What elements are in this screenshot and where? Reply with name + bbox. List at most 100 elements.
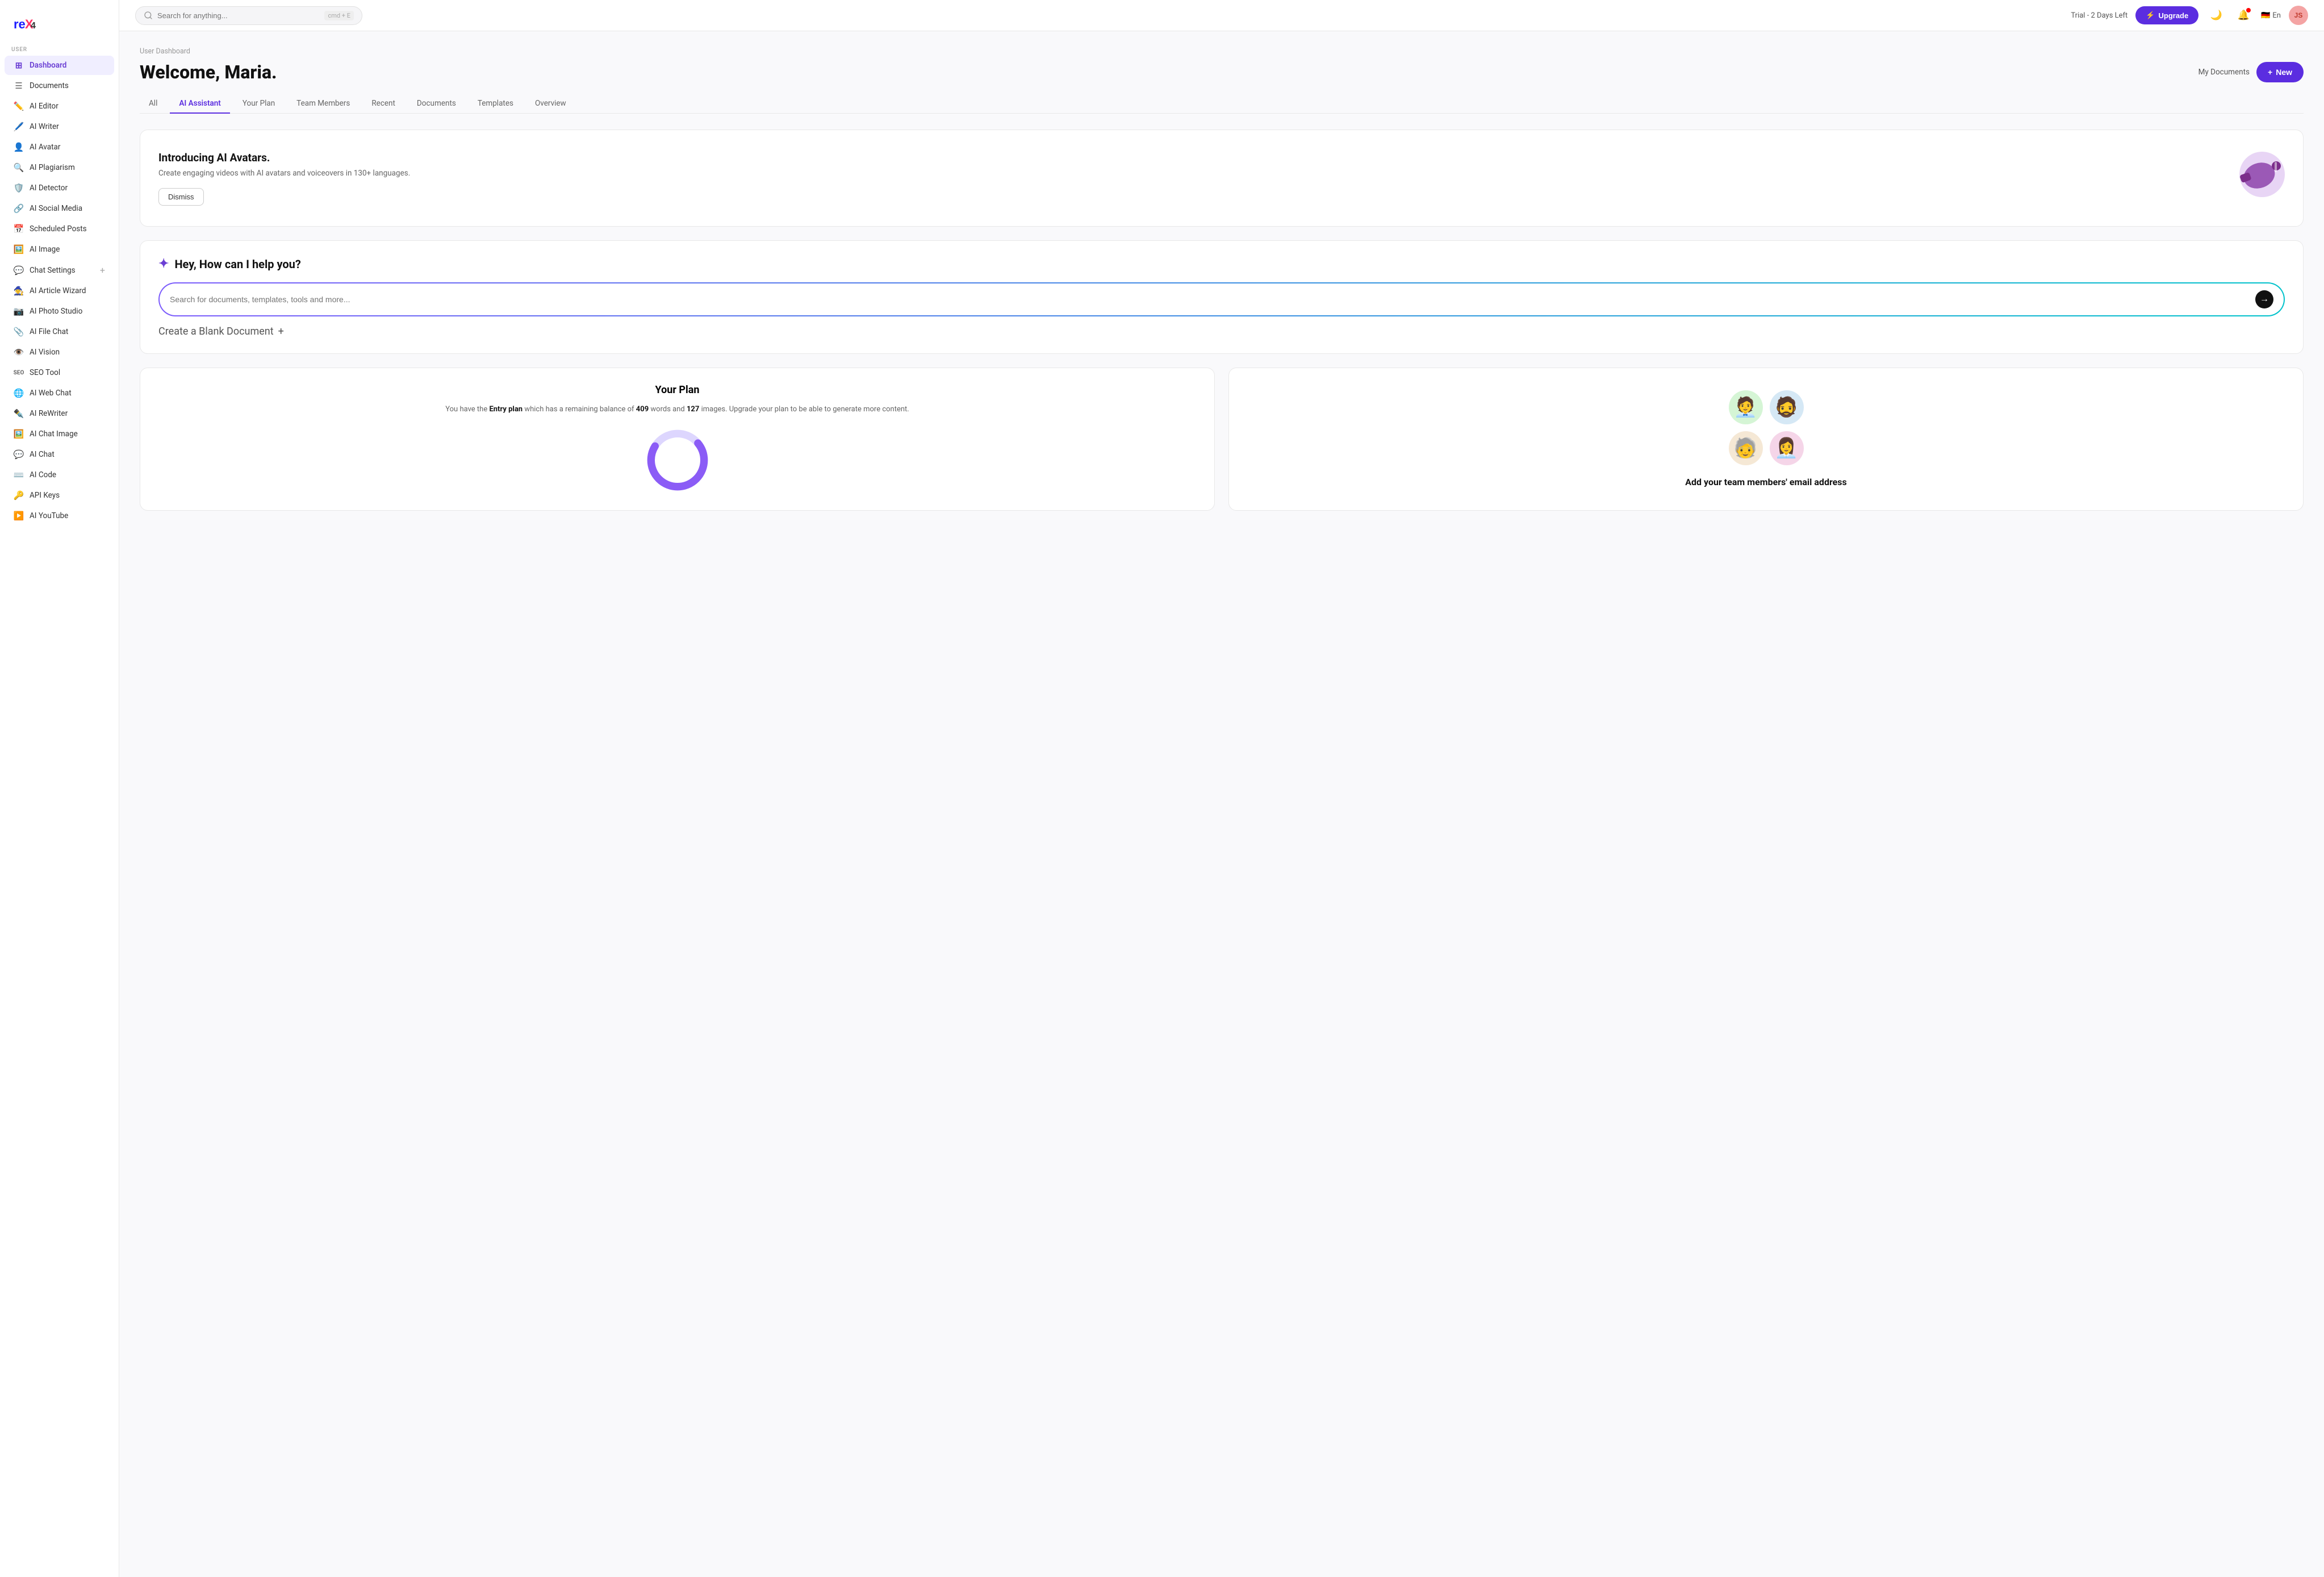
sidebar-item-label: AI Web Chat <box>30 389 72 398</box>
search-bar[interactable]: cmd + E <box>135 6 362 25</box>
sidebar-section-label: USER <box>0 42 119 55</box>
sidebar-item-ai-code[interactable]: ⌨️ AI Code <box>5 465 114 485</box>
sidebar-item-ai-vision[interactable]: 👁️ AI Vision <box>5 343 114 362</box>
ai-avatars-banner: Introducing AI Avatars. Create engaging … <box>140 130 2304 227</box>
sidebar-item-label: Dashboard <box>30 61 66 70</box>
plus-badge: + <box>100 265 105 276</box>
megaphone-illustration <box>2228 146 2285 203</box>
dashboard-icon: ⊞ <box>14 60 24 70</box>
help-search-bar[interactable]: → <box>158 282 2285 316</box>
sidebar-item-ai-image[interactable]: 🖼️ AI Image <box>5 240 114 259</box>
language-selector[interactable]: 🇩🇪 En <box>2261 11 2281 20</box>
ai-social-media-icon: 🔗 <box>14 203 24 214</box>
sidebar-item-label: AI Detector <box>30 183 68 193</box>
sidebar-item-label: AI Chat Image <box>30 429 78 439</box>
upgrade-button[interactable]: ⚡ Upgrade <box>2135 6 2198 24</box>
sidebar-item-ai-photo-studio[interactable]: 📷 AI Photo Studio <box>5 302 114 321</box>
ai-article-wizard-icon: 🧙 <box>14 286 24 296</box>
plan-card-title: Your Plan <box>158 384 1196 396</box>
notification-dot <box>2246 8 2251 12</box>
sidebar-item-documents[interactable]: ☰ Documents <box>5 76 114 95</box>
tab-team-members[interactable]: Team Members <box>287 94 359 114</box>
images-count: 127 <box>687 405 699 414</box>
notifications-button[interactable]: 🔔 <box>2234 6 2253 25</box>
sidebar-item-seo-tool[interactable]: SEO SEO Tool <box>5 363 114 382</box>
sidebar-item-ai-file-chat[interactable]: 📎 AI File Chat <box>5 322 114 341</box>
sidebar-item-ai-avatar[interactable]: 👤 AI Avatar <box>5 137 114 157</box>
seo-tool-icon: SEO <box>14 368 24 378</box>
sidebar-item-label: Documents <box>30 81 69 90</box>
sidebar-item-label: AI Image <box>30 245 60 254</box>
sidebar-item-ai-article-wizard[interactable]: 🧙 AI Article Wizard <box>5 281 114 301</box>
flag-icon: 🇩🇪 <box>2261 11 2270 20</box>
new-button[interactable]: + New <box>2256 62 2304 82</box>
sidebar-item-ai-social-media[interactable]: 🔗 AI Social Media <box>5 199 114 218</box>
tab-overview[interactable]: Overview <box>526 94 575 114</box>
lang-label: En <box>2272 11 2281 20</box>
user-avatar-button[interactable]: JS <box>2289 6 2308 25</box>
sidebar-item-ai-editor[interactable]: ✏️ AI Editor <box>5 97 114 116</box>
sidebar-item-label: AI Writer <box>30 122 59 131</box>
sidebar-item-ai-web-chat[interactable]: 🌐 AI Web Chat <box>5 383 114 403</box>
ai-web-chat-icon: 🌐 <box>14 388 24 398</box>
sidebar-item-scheduled-posts[interactable]: 📅 Scheduled Posts <box>5 219 114 239</box>
sidebar-item-ai-plagiarism[interactable]: 🔍 AI Plagiarism <box>5 158 114 177</box>
sidebar-item-label: AI YouTube <box>30 511 68 520</box>
svg-text:re: re <box>14 17 26 31</box>
team-avatar-4: 👩‍💼 <box>1770 431 1804 465</box>
search-input[interactable] <box>157 11 320 20</box>
upgrade-lightning-icon: ⚡ <box>2146 11 2155 20</box>
ai-help-section: ✦ Hey, How can I help you? → Create a Bl… <box>140 240 2304 354</box>
tab-your-plan[interactable]: Your Plan <box>233 94 284 114</box>
sidebar-item-label: AI Code <box>30 470 56 479</box>
help-title-text: Hey, How can I help you? <box>174 257 300 271</box>
tab-ai-assistant[interactable]: AI Assistant <box>170 94 229 114</box>
sidebar-item-label: AI Article Wizard <box>30 286 86 295</box>
sparkle-icon: ✦ <box>158 257 169 271</box>
page-title: Welcome, Maria. <box>140 61 277 83</box>
help-title: ✦ Hey, How can I help you? <box>158 257 2285 271</box>
tab-all[interactable]: All <box>140 94 166 114</box>
dismiss-button[interactable]: Dismiss <box>158 188 204 206</box>
sidebar-item-ai-youtube[interactable]: ▶️ AI YouTube <box>5 506 114 525</box>
words-count: 409 <box>636 405 649 414</box>
sidebar-item-ai-chat[interactable]: 💬 AI Chat <box>5 445 114 464</box>
plan-name: Entry plan <box>489 405 523 414</box>
sidebar-item-ai-rewriter[interactable]: ✒️ AI ReWriter <box>5 404 114 423</box>
sidebar-logo: re X 4 <box>0 0 119 42</box>
sidebar-item-label: AI Plagiarism <box>30 163 75 172</box>
sidebar-item-ai-writer[interactable]: 🖊️ AI Writer <box>5 117 114 136</box>
help-search-input[interactable] <box>170 295 2250 304</box>
ai-vision-icon: 👁️ <box>14 347 24 357</box>
sidebar-item-chat-settings[interactable]: 💬 Chat Settings + <box>5 260 114 280</box>
help-search-submit-button[interactable]: → <box>2255 290 2273 308</box>
sidebar-item-api-keys[interactable]: 🔑 API Keys <box>5 486 114 505</box>
sidebar-item-ai-chat-image[interactable]: 🖼️ AI Chat Image <box>5 424 114 444</box>
bottom-cards: Your Plan You have the Entry plan which … <box>140 368 2304 511</box>
chat-settings-icon: 💬 <box>14 265 24 276</box>
dark-mode-button[interactable]: 🌙 <box>2206 6 2226 25</box>
tab-recent[interactable]: Recent <box>362 94 404 114</box>
sidebar-item-label: API Keys <box>30 491 60 500</box>
plan-description: You have the Entry plan which has a rema… <box>158 404 1196 416</box>
create-doc-label: Create a Blank Document <box>158 326 274 337</box>
moon-icon: 🌙 <box>2210 10 2222 21</box>
sidebar-item-dashboard[interactable]: ⊞ Dashboard <box>5 56 114 75</box>
create-blank-document-link[interactable]: Create a Blank Document + <box>158 326 2285 337</box>
tab-documents[interactable]: Documents <box>408 94 465 114</box>
sidebar-item-label: AI Vision <box>30 348 60 357</box>
banner-icon <box>2228 146 2285 210</box>
sidebar-item-ai-detector[interactable]: 🛡️ AI Detector <box>5 178 114 198</box>
ai-chat-image-icon: 🖼️ <box>14 429 24 439</box>
plan-card: Your Plan You have the Entry plan which … <box>140 368 1215 511</box>
my-documents-link[interactable]: My Documents <box>2198 68 2250 77</box>
sidebar-item-label: Chat Settings <box>30 266 76 275</box>
ai-photo-studio-icon: 📷 <box>14 306 24 316</box>
tab-templates[interactable]: Templates <box>469 94 523 114</box>
user-initials: JS <box>2294 11 2303 19</box>
ai-plagiarism-icon: 🔍 <box>14 162 24 173</box>
sidebar-item-label: AI ReWriter <box>30 409 68 418</box>
team-avatar-2: 🧔 <box>1770 390 1804 424</box>
search-shortcut: cmd + E <box>324 11 354 20</box>
team-avatar-3: 🧓 <box>1729 431 1763 465</box>
